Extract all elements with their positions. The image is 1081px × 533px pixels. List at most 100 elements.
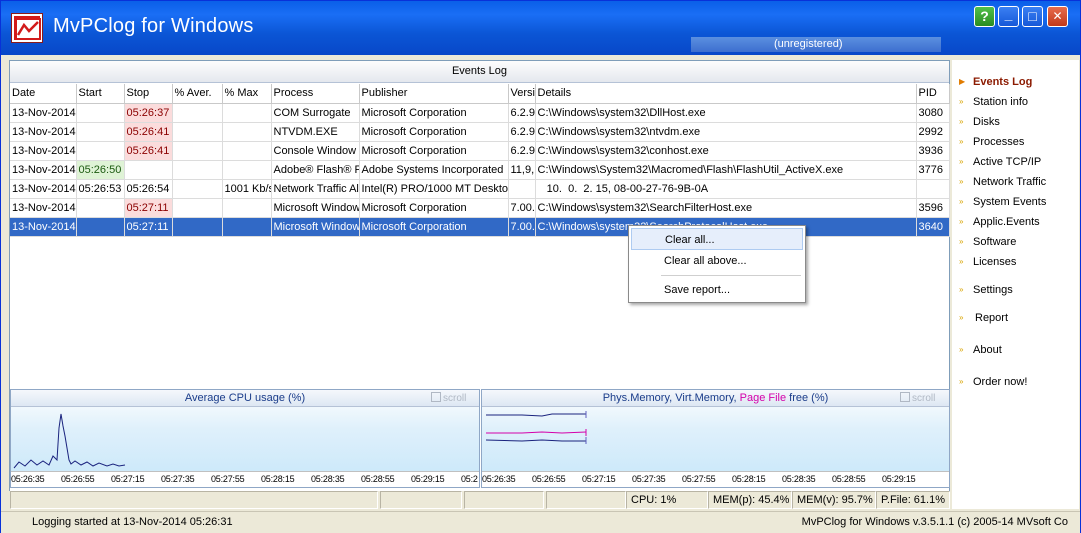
title-bar[interactable]: MvPClog for Windows (unregistered) ? _ □… [1,1,1080,55]
save-report-menu-item[interactable]: Save report... [631,279,803,301]
cell-stop: 05:27:11 [124,198,173,218]
cell-date: 13-Nov-2014 [10,103,77,123]
time-label: 05:27:35 [161,474,195,484]
time-label: 05:28:15 [261,474,295,484]
column-header[interactable]: Version [508,84,536,104]
checkbox-icon [900,392,910,402]
cell-stop: 05:26:54 [124,179,173,199]
sidebar-item-label: Settings [973,284,1013,296]
column-header[interactable]: Date [10,84,77,104]
status-bar: Logging started at 13-Nov-2014 05:26:31 … [1,511,1080,533]
table-row[interactable]: 13-Nov-2014 05:26:37 COM Surrogate Micro… [10,103,950,123]
cell-max: 1001 Kb/s [222,179,272,199]
cell-publisher: Microsoft Corporation [359,103,509,123]
column-header[interactable]: Process [271,84,360,104]
events-log-table[interactable]: Date Start Stop % Aver. % Max Process Pu… [10,84,950,237]
column-header[interactable]: PID [916,84,950,104]
virt-mem-stat: MEM(v): 95.7% [792,491,876,509]
cell-process: Network Traffic Alert [271,179,360,199]
table-row[interactable]: 13-Nov-2014 05:26:41 Console Window Host… [10,141,950,161]
memory-graph-title: Phys.Memory, Virt.Memory, Page File free… [482,390,949,407]
cell-details: C:\Windows\system32\SearchFilterHost.exe [535,198,917,218]
column-header[interactable]: Start [76,84,125,104]
time-label: 05:2 [461,474,478,484]
column-header[interactable]: % Max [222,84,272,104]
close-button[interactable]: ✕ [1047,6,1068,27]
time-label: 05:28:55 [361,474,395,484]
stats-empty-cell [546,491,626,509]
cell-date: 13-Nov-2014 [10,122,77,142]
cell-publisher: Microsoft Corporation [359,122,509,142]
clear-all-menu-item[interactable]: Clear all... [631,228,803,250]
time-label: 05:28:35 [311,474,345,484]
cell-aver [172,179,223,199]
cell-publisher: Microsoft Corporation [359,217,509,237]
minimize-button[interactable]: _ [998,6,1019,27]
chevron-right-icon: » [959,313,964,322]
sidebar-item-label: Active TCP/IP [973,156,1042,168]
cell-stop: 05:26:41 [124,141,173,161]
stats-empty-cell [10,491,378,509]
cell-version: 11,9, [508,160,536,180]
chevron-right-icon: » [959,117,964,126]
cell-max [222,217,272,237]
cell-version [508,179,536,199]
table-header-row: Date Start Stop % Aver. % Max Process Pu… [10,84,950,104]
menu-separator [661,275,801,276]
chevron-right-icon: » [959,377,964,386]
maximize-button[interactable]: □ [1022,6,1043,27]
cell-aver [172,141,223,161]
cell-process: Adobe® Flash® Player [271,160,360,180]
table-row[interactable]: 13-Nov-2014 05:26:53 05:26:54 1001 Kb/s … [10,179,950,199]
cell-process: Microsoft Windows [271,198,360,218]
chevron-right-icon: » [959,97,964,106]
stats-empty-cell [464,491,544,509]
cpu-stat: CPU: 1% [626,491,708,509]
cell-aver [172,122,223,142]
sidebar-item-label: Network Traffic [973,176,1047,188]
table-row[interactable]: 13-Nov-2014 05:27:11 Microsoft Windows M… [10,198,950,218]
column-header[interactable]: % Aver. [172,84,223,104]
help-button[interactable]: ? [974,6,995,27]
sidebar-item-label: Applic.Events [973,216,1040,228]
cpu-scroll-checkbox[interactable]: scroll [431,392,466,404]
page-file-stat: P.File: 61.1% [876,491,950,509]
cell-publisher: Adobe Systems Incorporated [359,160,509,180]
scroll-label: scroll [443,393,467,404]
sidebar-item-label: Report [975,312,1009,324]
column-header[interactable]: Publisher [359,84,509,104]
memory-title-phys-virt: Phys.Memory, Virt.Memory, [602,392,740,404]
chevron-right-icon: » [959,237,964,246]
clear-all-above-menu-item[interactable]: Clear all above... [631,250,803,272]
table-row-selected[interactable]: 13-Nov-2014 05:27:11 Microsoft Windows M… [10,217,950,237]
column-header[interactable]: Stop [124,84,173,104]
cell-aver [172,160,223,180]
cell-start: 05:26:50 [76,160,125,180]
cpu-graph-title: Average CPU usage (%) [11,390,479,407]
chevron-right-icon: » [959,157,964,166]
time-label: 05:26:55 [61,474,95,484]
context-menu: Clear all... Clear all above... Save rep… [628,225,806,303]
cell-stop: 05:27:11 [124,217,173,237]
time-label: 05:28:15 [732,474,766,484]
memory-lines [485,411,587,444]
table-row[interactable]: 13-Nov-2014 05:26:41 NTVDM.EXE Microsoft… [10,122,950,142]
cell-publisher: Intel(R) PRO/1000 MT Desktop [359,179,509,199]
column-header[interactable]: Details [535,84,917,104]
cell-pid [916,179,950,199]
cell-pid: 3080 [916,103,950,123]
table-row[interactable]: 13-Nov-2014 05:26:50 Adobe® Flash® Playe… [10,160,950,180]
cpu-usage-line [13,413,126,469]
cell-aver [172,217,223,237]
time-label: 05:29:15 [882,474,916,484]
sidebar-item-label: Licenses [973,256,1017,268]
sidebar-item-label: Processes [973,136,1025,148]
memory-scroll-checkbox[interactable]: scroll [900,392,935,404]
cell-process: COM Surrogate [271,103,360,123]
cell-date: 13-Nov-2014 [10,198,77,218]
cell-max [222,198,272,218]
app-window: MvPClog for Windows (unregistered) ? _ □… [0,0,1081,533]
phys-mem-stat: MEM(p): 45.4% [708,491,792,509]
cell-max [222,103,272,123]
sidebar-item-label: Station info [973,96,1029,108]
